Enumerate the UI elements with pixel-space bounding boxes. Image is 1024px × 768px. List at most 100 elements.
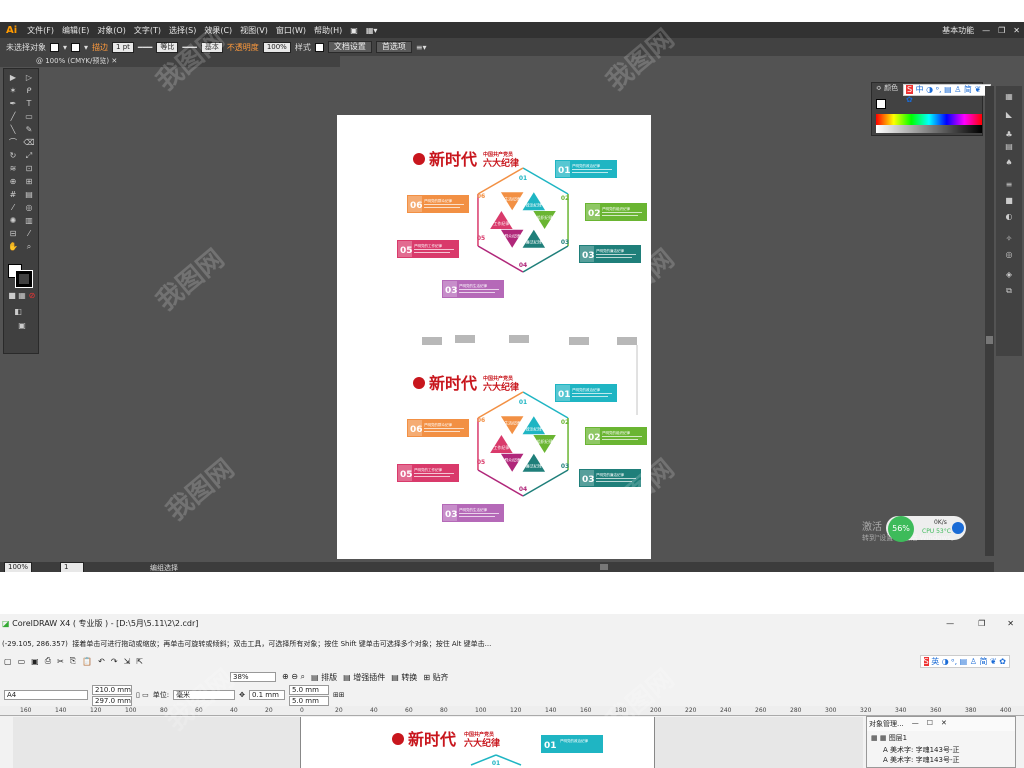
- om-layer[interactable]: ▦ ▦ 图层1: [867, 731, 1015, 745]
- blob-brush-icon[interactable]: ⌒: [7, 138, 19, 148]
- symbols-icon[interactable]: ♣: [1003, 130, 1015, 140]
- print-icon[interactable]: ⎙: [45, 656, 51, 666]
- document-setup-button[interactable]: 文档设置: [327, 41, 372, 53]
- zoom-in-icon[interactable]: ⊕ ⊖ ⌕: [282, 672, 305, 682]
- cd-page[interactable]: 新时代 中国共产党员 六大纪律 01 严明党的政治纪律 01: [300, 717, 655, 768]
- plugin-layout[interactable]: ▤ 排版: [311, 672, 337, 683]
- fill-swatch[interactable]: [50, 42, 59, 52]
- transparency-panel-icon[interactable]: ◐: [1003, 212, 1015, 222]
- om-minimize[interactable]: —: [912, 719, 919, 729]
- rotate-tool-icon[interactable]: ↻: [7, 151, 19, 161]
- undo-icon[interactable]: ↶: [98, 657, 105, 666]
- save-icon[interactable]: ▣: [31, 657, 39, 666]
- ime-toolbar[interactable]: S 中 ◑ ᵒ, ▤ ♙ 简 ❦ ✿: [903, 84, 991, 104]
- zoom-select[interactable]: 100%: [4, 562, 33, 572]
- om-close[interactable]: ✕: [941, 719, 947, 729]
- close-button[interactable]: ✕: [1009, 26, 1024, 35]
- magic-wand-icon[interactable]: ✶: [7, 86, 19, 96]
- stroke-label[interactable]: 描边: [92, 42, 108, 53]
- hand-tool-icon[interactable]: ✋: [7, 242, 19, 252]
- vertical-scrollbar[interactable]: [985, 86, 994, 556]
- stroke-color-icon[interactable]: [15, 270, 33, 288]
- speed-widget[interactable]: 56% 0K/s CPU 53°C: [886, 516, 966, 542]
- gradient-tool-icon[interactable]: ▤: [23, 190, 35, 200]
- pencil-icon[interactable]: ✎: [23, 125, 35, 135]
- opacity-input[interactable]: 100%: [262, 41, 291, 53]
- om-maximize[interactable]: ☐: [927, 719, 933, 729]
- redo-icon[interactable]: ↷: [111, 657, 118, 666]
- horizontal-scroll-thumb[interactable]: [600, 564, 608, 570]
- workspace-switcher[interactable]: 基本功能: [938, 25, 978, 36]
- menu-file[interactable]: 文件(F): [23, 25, 58, 36]
- menu-type[interactable]: 文字(T): [130, 25, 165, 36]
- cd-close-button[interactable]: ✕: [997, 619, 1024, 628]
- shape-builder-icon[interactable]: ⊕: [7, 177, 19, 187]
- tab-close-icon[interactable]: ✕: [111, 57, 117, 65]
- menu-object[interactable]: 对象(O): [93, 25, 130, 36]
- open-file-icon[interactable]: ▭: [18, 657, 26, 666]
- brush-select[interactable]: 基本: [200, 41, 223, 53]
- opacity-label[interactable]: 不透明度: [227, 42, 259, 53]
- stroke-swatch[interactable]: [71, 42, 81, 52]
- new-file-icon[interactable]: ▢: [4, 657, 12, 666]
- import-icon[interactable]: ⇲: [124, 657, 131, 666]
- blend-tool-icon[interactable]: ◎: [23, 203, 35, 213]
- rectangle-tool-icon[interactable]: ▭: [23, 112, 35, 122]
- lasso-icon[interactable]: ᑭ: [23, 86, 35, 96]
- scale-tool-icon[interactable]: ⤢: [23, 151, 35, 161]
- width-tool-icon[interactable]: ≋: [7, 164, 19, 174]
- zoom-level-select[interactable]: 38%: [230, 672, 276, 682]
- menu-window[interactable]: 窗口(W): [272, 25, 310, 36]
- ime-mode[interactable]: 中: [916, 85, 924, 94]
- swatches-icon[interactable]: ▦: [1003, 92, 1015, 102]
- artboard-nav[interactable]: 1: [60, 562, 84, 572]
- menu-view[interactable]: 视图(V): [236, 25, 272, 36]
- transform-panel-icon[interactable]: ◈: [1003, 270, 1015, 280]
- align-panel-icon[interactable]: ◎: [1003, 250, 1015, 260]
- pen-tool-icon[interactable]: ✒: [7, 99, 19, 109]
- om-item-2[interactable]: A 美术字: 字魂143号-正: [867, 755, 1015, 765]
- duplicate-y-input[interactable]: 5.0 mm: [288, 695, 329, 706]
- page-height-input[interactable]: 297.0 mm: [92, 695, 132, 706]
- preferences-button[interactable]: 首选项: [375, 41, 412, 53]
- stroke-panel-icon[interactable]: ≡: [1003, 180, 1015, 190]
- restore-button[interactable]: ❐: [994, 26, 1009, 35]
- bridge-icon[interactable]: ▣: [346, 26, 362, 35]
- navigator-icon[interactable]: ✧: [1003, 234, 1015, 244]
- eyedropper-icon[interactable]: ⁄: [7, 203, 19, 213]
- brushes-icon[interactable]: ◣: [1003, 110, 1015, 120]
- none-mode-icon[interactable]: ⊘: [26, 291, 38, 301]
- gradient-panel-icon[interactable]: ■: [1003, 196, 1015, 206]
- slice-tool-icon[interactable]: ⁄: [23, 229, 35, 239]
- plugin-enhance[interactable]: ▤ 增强插件: [343, 672, 385, 683]
- direct-selection-tool-icon[interactable]: ▷: [23, 73, 35, 83]
- page-size-select[interactable]: A4: [4, 690, 88, 700]
- artboard-tool-icon[interactable]: ⊟: [7, 229, 19, 239]
- cd-ime-toolbar[interactable]: S 英 ◑ ᵒ, ▤ ♙ 简 ❦ ✿: [919, 654, 1010, 668]
- stroke-weight[interactable]: 1 pt: [112, 41, 134, 53]
- plugin-convert[interactable]: ▤ 转换: [391, 672, 417, 683]
- duplicate-x-input[interactable]: 5.0 mm: [288, 684, 329, 695]
- align-buttons-icon[interactable]: ⊞⊞: [333, 691, 345, 699]
- type-tool-icon[interactable]: T: [23, 99, 35, 109]
- menu-edit[interactable]: 编辑(E): [58, 25, 93, 36]
- document-tab[interactable]: @ 100% (CMYK/预览) ✕: [0, 56, 340, 67]
- profile-select[interactable]: 等比: [156, 41, 179, 53]
- panel-fill-swatch[interactable]: [876, 99, 886, 109]
- export-icon[interactable]: ⇱: [136, 657, 143, 666]
- style-swatch[interactable]: [314, 42, 324, 52]
- free-transform-icon[interactable]: ⊡: [23, 164, 35, 174]
- paste-icon[interactable]: 📋: [82, 657, 92, 666]
- minimize-button[interactable]: —: [978, 26, 994, 35]
- perspective-grid-icon[interactable]: ⊞: [23, 177, 35, 187]
- pathfinder-icon[interactable]: ⧉: [1003, 286, 1015, 296]
- graph-tool-icon[interactable]: ▥: [23, 216, 35, 226]
- graphic-styles-icon[interactable]: ▤: [1003, 142, 1015, 152]
- color-spectrum[interactable]: [876, 114, 982, 125]
- draw-mode-icon[interactable]: ◧: [12, 307, 24, 317]
- align-icon[interactable]: ≡▾: [416, 43, 427, 52]
- artboard[interactable]: 新时代 中国共产党员 六大纪律 政治纪律 组织纪律 廉洁纪律 群众纪律 工作纪律 生活纪律 01 0…: [337, 115, 651, 559]
- menu-select[interactable]: 选择(S): [165, 25, 200, 36]
- paintbrush-icon[interactable]: ╲: [7, 125, 19, 135]
- menu-effect[interactable]: 效果(C): [200, 25, 236, 36]
